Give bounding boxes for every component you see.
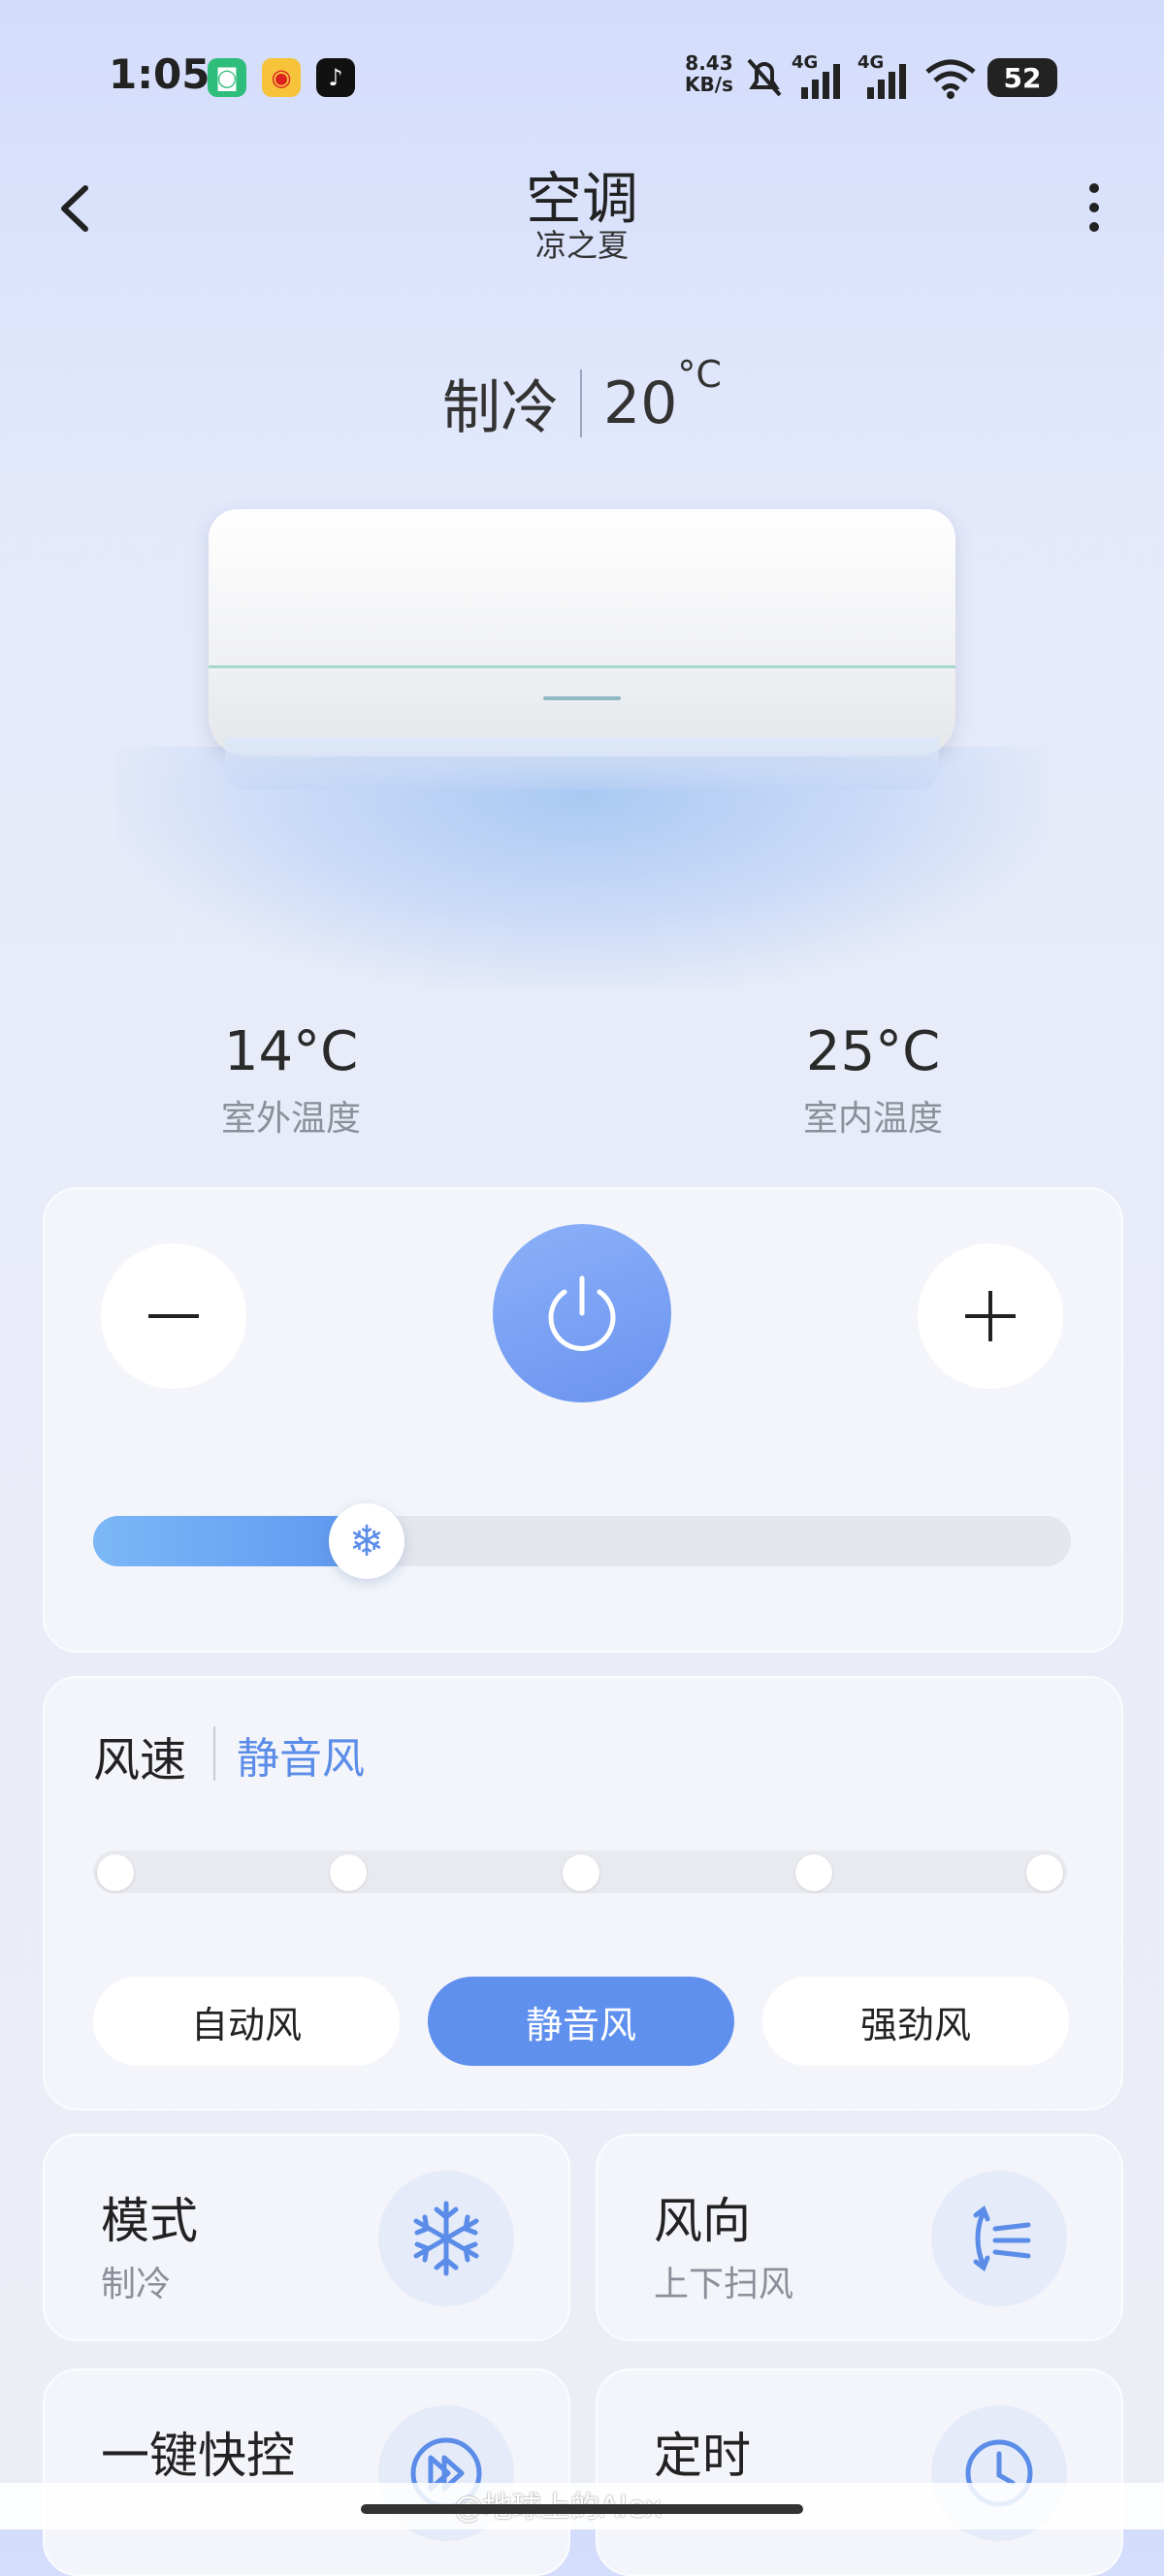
divider — [213, 1726, 215, 1781]
fan-speed-stop-2[interactable] — [330, 1854, 367, 1891]
indoor-temperature-label: 室内温度 — [802, 1099, 943, 1139]
tiktok-icon: ♪ — [316, 58, 355, 97]
wind-direction-tile-value: 上下扫风 — [654, 2265, 794, 2304]
air-conditioner-image — [209, 509, 955, 757]
temperature-slider-thumb[interactable]: ❄ — [329, 1503, 405, 1579]
fan-speed-stop-1[interactable] — [97, 1854, 134, 1891]
swing-icon — [931, 2171, 1067, 2306]
divider — [580, 369, 583, 437]
outdoor-temperature: 14°C — [223, 1020, 359, 1083]
power-icon — [548, 1275, 616, 1351]
snowflake-icon — [378, 2171, 514, 2306]
wind-direction-tile-title: 风向 — [654, 2193, 751, 2249]
indoor-temperature: 25°C — [805, 1020, 941, 1083]
quick-control-tile[interactable]: 一键快控 — [43, 2368, 570, 2576]
fan-speed-stop-3[interactable] — [563, 1854, 599, 1891]
cell-signal-icon-2 — [867, 64, 906, 99]
mode-tile[interactable]: 模式 制冷 — [43, 2134, 570, 2341]
home-indicator[interactable] — [361, 2504, 803, 2514]
quick-control-tile-title: 一键快控 — [101, 2428, 295, 2484]
wifi-icon — [925, 59, 976, 99]
mode-temperature-display: 制冷 20°C — [0, 353, 1164, 445]
ac-vent — [225, 737, 939, 789]
mi-home-icon: ◙ — [208, 58, 246, 97]
power-button[interactable] — [493, 1224, 671, 1402]
mode-tile-value: 制冷 — [101, 2265, 172, 2304]
outdoor-temperature-label: 室外温度 — [220, 1099, 361, 1139]
set-temperature: 20°C — [603, 353, 722, 437]
current-mode: 制冷 — [442, 374, 560, 442]
cell-signal-icon-1 — [801, 64, 840, 99]
fan-auto-button[interactable]: 自动风 — [93, 1977, 400, 2066]
decrease-temperature-button[interactable] — [101, 1243, 246, 1389]
more-options-button[interactable] — [1077, 175, 1112, 242]
wind-direction-tile[interactable]: 风向 上下扫风 — [596, 2134, 1123, 2341]
mute-bell-icon — [747, 58, 782, 97]
timer-tile-title: 定时 — [654, 2428, 751, 2484]
minus-icon — [148, 1314, 199, 1318]
fan-speed-stop-5[interactable] — [1026, 1854, 1063, 1891]
status-time: 1:05 — [109, 50, 210, 98]
weibo-icon: ◉ — [262, 58, 301, 97]
network-speed: 8.43 KB/s — [685, 51, 733, 96]
mode-tile-title: 模式 — [101, 2193, 198, 2249]
battery-indicator: 52 — [987, 58, 1057, 97]
fan-speed-title: 风速 — [93, 1733, 187, 1787]
plus-icon — [965, 1291, 1016, 1341]
fan-speed-stop-4[interactable] — [795, 1854, 832, 1891]
increase-temperature-button[interactable] — [918, 1243, 1063, 1389]
device-name: 凉之夏 — [534, 227, 629, 264]
fan-strong-button[interactable]: 强劲风 — [762, 1977, 1069, 2066]
fan-speed-current: 静音风 — [237, 1734, 365, 1784]
timer-tile[interactable]: 定时 — [596, 2368, 1123, 2576]
temperature-slider-fill — [93, 1516, 368, 1566]
ac-accent-stripe — [209, 665, 955, 668]
snowflake-icon: ❄ — [348, 1516, 385, 1566]
ac-logo — [543, 696, 621, 700]
fan-quiet-button[interactable]: 静音风 — [428, 1977, 734, 2066]
